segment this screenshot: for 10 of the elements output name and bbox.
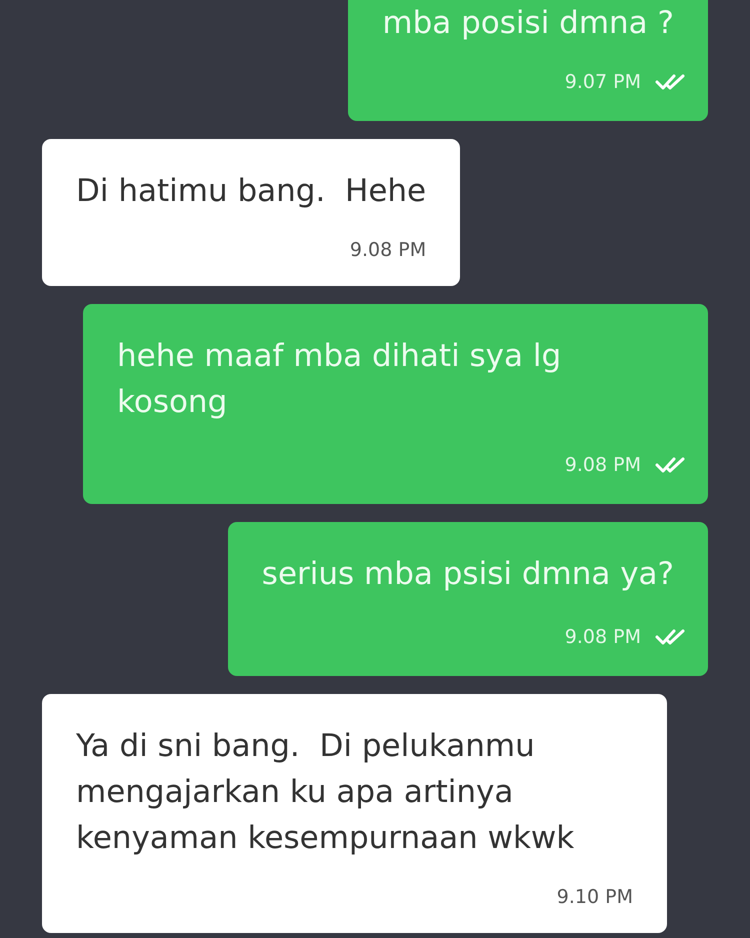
message-time: 9.07 PM <box>564 70 641 94</box>
message-text: Di hatimu bang. Hehe <box>76 172 426 211</box>
message-text: serius mba psisi dmna ya? <box>262 555 674 594</box>
message-time: 9.08 PM <box>564 452 641 476</box>
message-text: hehe maaf mba dihati sya lg kosong <box>117 337 562 422</box>
message-text: mba posisi dmna ? <box>382 4 674 43</box>
message-time: 9.08 PM <box>350 238 426 262</box>
message-time: 9.08 PM <box>564 624 641 648</box>
message-text: Ya di sni bang. Di pelukanmu mengajarkan ku apa artinya kenyaman kesempurnaan wkwk <box>76 727 576 858</box>
message-time: 9.10 PM <box>556 885 633 909</box>
